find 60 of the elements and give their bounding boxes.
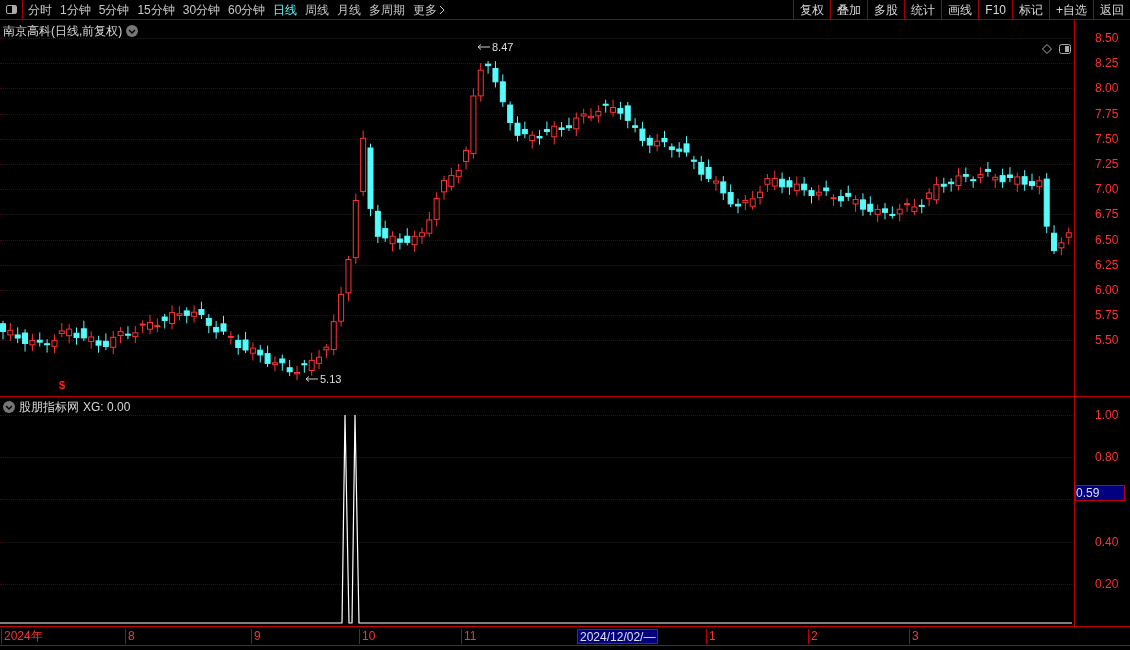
period-tab[interactable]: 更多 <box>413 0 446 19</box>
indicator-reading: XG: 0.00 <box>83 399 131 416</box>
period-tab[interactable]: 月线 <box>337 0 362 19</box>
period-tab[interactable]: 日线 <box>273 0 298 19</box>
indicator-axis-label: 1.00 <box>1095 409 1119 421</box>
price-axis-label: 7.25 <box>1095 158 1119 170</box>
price-axis-label: 6.75 <box>1095 208 1119 221</box>
date-axis-label: 2024/12/02/— <box>577 629 659 644</box>
price-axis-label: 8.00 <box>1095 82 1119 95</box>
date-axis-label: 11 <box>461 629 479 644</box>
price-axis-label: 8.50 <box>1095 32 1119 44</box>
toolbar-button[interactable]: 返回 <box>1093 0 1130 19</box>
price-axis-label: 7.00 <box>1095 183 1119 196</box>
chevron-down-icon[interactable] <box>3 401 15 413</box>
price-axis-label: 7.50 <box>1095 132 1119 145</box>
arrow-left-icon <box>478 44 490 51</box>
high-price-label: 8.47 <box>492 40 514 55</box>
period-tab[interactable]: 5分钟 <box>98 0 130 19</box>
panel-toggle-icon[interactable] <box>1059 44 1071 54</box>
price-axis-label: 8.25 <box>1095 57 1119 70</box>
period-tab[interactable]: 周线 <box>305 0 330 19</box>
period-tab[interactable]: 60分钟 <box>228 0 266 19</box>
indicator-axis-label: 0.40 <box>1095 535 1119 548</box>
toolbar-button[interactable]: 复权 <box>793 0 831 19</box>
price-axis-label: 7.75 <box>1095 107 1119 120</box>
date-axis-label: 2024年 <box>1 629 45 644</box>
date-axis-label: 9 <box>251 629 263 644</box>
indicator-axis-label: 0.20 <box>1095 577 1119 590</box>
toolbar-button[interactable]: 标记 <box>1012 0 1049 19</box>
chart-title: 南京高科(日线,前复权) <box>3 23 123 40</box>
date-axis-label: 2 <box>808 629 820 644</box>
toolbar-button[interactable]: 叠加 <box>830 0 868 19</box>
arrow-left-icon <box>306 376 318 383</box>
toolbar-button[interactable]: 多股 <box>867 0 905 19</box>
indicator-axis-label: 0.80 <box>1095 451 1119 464</box>
price-axis-label: 6.00 <box>1095 284 1119 296</box>
signal-marker: $ <box>59 380 66 391</box>
cursor-value-label: 0.59 <box>1075 485 1125 501</box>
period-tab[interactable]: 1分钟 <box>60 0 91 19</box>
date-axis-label: 8 <box>125 629 137 644</box>
period-tab[interactable]: 15分钟 <box>137 0 175 19</box>
price-axis-label: 6.25 <box>1095 258 1119 271</box>
diamond-icon[interactable] <box>1042 44 1052 54</box>
price-axis-label: 5.75 <box>1095 309 1119 322</box>
toolbar-button[interactable]: +自选 <box>1049 0 1093 19</box>
date-axis-label: 10 <box>359 629 378 644</box>
toolbar-button[interactable]: 画线 <box>941 0 979 19</box>
date-axis-label: 1 <box>706 629 718 644</box>
toolbar-button[interactable]: F10 <box>978 0 1012 19</box>
low-price-label: 5.13 <box>320 372 342 387</box>
period-tab[interactable]: 30分钟 <box>182 0 221 19</box>
price-axis-label: 6.50 <box>1095 233 1119 246</box>
toolbar-button[interactable]: 统计 <box>904 0 942 19</box>
indicator-title: 股朋指标网 <box>19 399 79 416</box>
price-axis-label: 5.50 <box>1095 334 1119 347</box>
chevron-right-icon <box>439 4 446 15</box>
period-tab[interactable]: 分时 <box>28 0 52 19</box>
chevron-down-icon[interactable] <box>126 25 139 37</box>
date-axis-label: 3 <box>909 629 921 644</box>
period-tab[interactable]: 多周期 <box>369 0 406 19</box>
